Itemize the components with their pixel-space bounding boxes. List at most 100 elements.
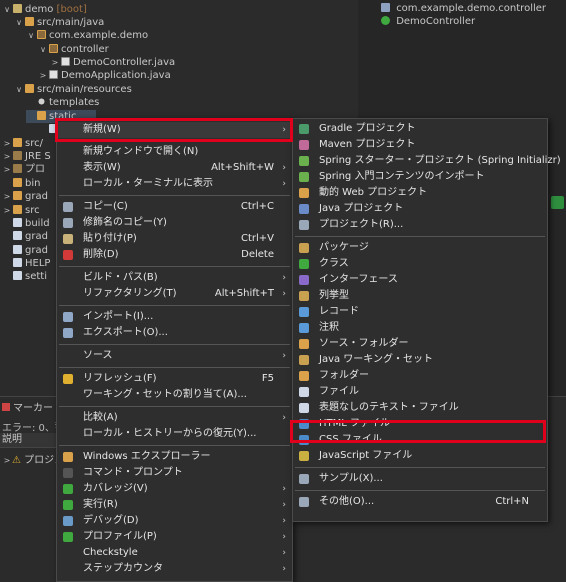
submenu-item-java[interactable]: Java ワーキング・セット xyxy=(293,352,547,368)
explorer-tree-item[interactable]: grad xyxy=(2,230,48,243)
menu-item-r[interactable]: 実行(R) › xyxy=(57,497,292,513)
menu-item-w[interactable]: 表示(W) Alt+Shift+W › xyxy=(57,160,292,176)
explorer-item-label: HELP xyxy=(25,258,51,269)
explorer-tree-item[interactable]: bin xyxy=(2,177,40,190)
expand-toggle-icon[interactable]: ∨ xyxy=(2,3,12,16)
folder-icon xyxy=(25,84,34,93)
submenu-item-item-10[interactable]: インターフェース xyxy=(293,272,547,288)
menu-item-label: ローカル・ターミナルに表示 xyxy=(83,178,213,189)
menu-item-y[interactable]: ローカル・ヒストリーからの復元(Y)... xyxy=(57,426,292,442)
submenu-item-web[interactable]: 動的 Web プロジェクト xyxy=(293,185,547,201)
explorer-tree-item[interactable]: > DemoController.java xyxy=(50,56,175,69)
submenu-arrow-icon: › xyxy=(282,532,286,542)
java-icon xyxy=(61,57,70,66)
menu-item-t[interactable]: リファクタリング(T) Alt+Shift+T › xyxy=(57,286,292,302)
submenu-item-item-16[interactable]: フォルダー xyxy=(293,368,547,384)
submenu-item-x[interactable]: サンプル(X)... xyxy=(293,471,547,487)
menu-item-a[interactable]: ワーキング・セットの割り当て(A)... xyxy=(57,387,292,403)
submenu-item-r[interactable]: プロジェクト(R)... xyxy=(293,217,547,233)
expand-toggle-icon[interactable]: > xyxy=(2,204,12,217)
submenu-item-item-14[interactable]: ソース・フォルダー xyxy=(293,336,547,352)
explorer-tree-item[interactable]: ∨ src/main/java xyxy=(14,16,104,29)
expand-toggle-icon[interactable]: ∨ xyxy=(14,83,24,96)
menu-item-icon xyxy=(299,172,309,182)
explorer-tree-item[interactable]: ∨ controller xyxy=(38,43,109,56)
explorer-tree-item[interactable]: ∨ src/main/resources xyxy=(14,83,132,96)
markers-tab[interactable]: マーカー xyxy=(0,402,53,416)
expand-toggle-icon[interactable]: > xyxy=(2,190,12,203)
explorer-tree-item[interactable]: > src/ xyxy=(2,137,43,150)
explorer-tree-item[interactable]: > JRE S xyxy=(2,150,51,163)
markers-row[interactable]: > ⚠ プロジェ xyxy=(2,451,65,466)
submenu-item-item-8[interactable]: パッケージ xyxy=(293,240,547,256)
explorer-tree-item[interactable]: ∨ com.example.demo xyxy=(26,29,148,42)
submenu-item-o[interactable]: その他(O)... Ctrl+N xyxy=(293,494,547,510)
submenu-item-spring-spring-initializr[interactable]: Spring スターター・プロジェクト (Spring Initializr) xyxy=(293,153,561,169)
menu-item-label: Spring 入門コンテンツのインポート xyxy=(319,171,485,182)
menu-item-icon xyxy=(299,124,309,134)
outline-item[interactable]: com.example.demo.controller xyxy=(380,2,546,15)
explorer-tree-item[interactable]: ∨ demo [boot] xyxy=(2,3,87,16)
menu-item-n[interactable]: 新規ウィンドウで開く(N) xyxy=(57,144,292,160)
submenu-item-javascript[interactable]: JavaScript ファイル xyxy=(293,448,547,464)
submenu-item-spring[interactable]: Spring 入門コンテンツのインポート xyxy=(293,169,547,185)
submenu-item-gradle[interactable]: Gradle プロジェクト xyxy=(293,121,547,137)
expand-toggle-icon[interactable]: > xyxy=(50,56,60,69)
menu-item-a[interactable]: 比較(A) › xyxy=(57,410,292,426)
expand-toggle-icon[interactable]: > xyxy=(38,69,48,82)
menu-separator xyxy=(59,195,290,196)
menu-item-d[interactable]: デバッグ(D) › xyxy=(57,513,292,529)
run-icon[interactable] xyxy=(551,196,564,209)
explorer-tree-item[interactable]: > DemoApplication.java xyxy=(38,69,171,82)
struct-icon xyxy=(381,3,390,12)
expand-toggle-icon[interactable]: ∨ xyxy=(26,29,36,42)
menu-item-item-4[interactable]: ローカル・ターミナルに表示 › xyxy=(57,176,292,192)
outline-item[interactable]: DemoController xyxy=(380,15,475,28)
menu-item-o[interactable]: エクスポート(O)... xyxy=(57,325,292,341)
menu-item-p[interactable]: 貼り付け(P) Ctrl+V xyxy=(57,231,292,247)
explorer-tree-item[interactable]: > grad xyxy=(2,190,48,203)
explorer-tree-item[interactable]: build xyxy=(2,217,50,230)
menu-item-b[interactable]: ビルド・パス(B) › xyxy=(57,270,292,286)
menu-item-item-32[interactable]: ステップカウンタ › xyxy=(57,561,292,577)
submenu-item-java[interactable]: Java プロジェクト xyxy=(293,201,547,217)
menu-item-label: 表示(W) xyxy=(83,162,121,173)
explorer-tree-item[interactable]: grad xyxy=(2,244,48,257)
submenu-item-item-13[interactable]: 注釈 xyxy=(293,320,547,336)
menu-item-checkstyle[interactable]: Checkstyle › xyxy=(57,545,292,561)
menu-item-v[interactable]: カバレッジ(V) › xyxy=(57,481,292,497)
menu-item-i[interactable]: インポート(I)... xyxy=(57,309,292,325)
explorer-tree-item[interactable]: setti xyxy=(2,270,47,283)
menu-item-label: レコード xyxy=(319,306,359,317)
menu-item-item-17[interactable]: ソース › xyxy=(57,348,292,364)
submenu-item-item-17[interactable]: ファイル xyxy=(293,384,547,400)
submenu-item-item-11[interactable]: 列挙型 xyxy=(293,288,547,304)
submenu-arrow-icon: › xyxy=(282,564,286,574)
explorer-tree-item[interactable]: > プロ xyxy=(2,163,45,176)
submenu-item-item-9[interactable]: クラス xyxy=(293,256,547,272)
menu-item-p[interactable]: プロファイル(P) › xyxy=(57,529,292,545)
explorer-tree-item[interactable]: HELP xyxy=(2,257,50,270)
expand-toggle-icon[interactable]: > xyxy=(2,150,12,163)
menu-item-y[interactable]: 修飾名のコピー(Y) xyxy=(57,215,292,231)
submenu-item-item-18[interactable]: 表題なしのテキスト・ファイル xyxy=(293,400,547,416)
expand-toggle-icon[interactable]: ∨ xyxy=(38,43,48,56)
submenu-item-maven[interactable]: Maven プロジェクト xyxy=(293,137,547,153)
menu-item-c[interactable]: コピー(C) Ctrl+C xyxy=(57,199,292,215)
menu-item-f[interactable]: リフレッシュ(F) F5 xyxy=(57,371,292,387)
submenu-item-item-12[interactable]: レコード xyxy=(293,304,547,320)
menu-item-windows[interactable]: Windows エクスプローラー xyxy=(57,449,292,465)
markers-column-header[interactable]: 説明 xyxy=(0,433,62,448)
expand-toggle-icon[interactable]: > xyxy=(2,163,12,176)
expand-toggle-icon[interactable]: ∨ xyxy=(14,16,24,29)
folder-icon xyxy=(13,191,22,200)
menu-item-icon xyxy=(299,451,309,461)
explorer-tree-item[interactable]: > src xyxy=(2,204,40,217)
menu-item-item-26[interactable]: コマンド・プロンプト xyxy=(57,465,292,481)
green-icon xyxy=(381,16,390,25)
menu-item-label: Checkstyle xyxy=(83,547,138,558)
menu-item-d[interactable]: 削除(D) Delete xyxy=(57,247,292,263)
explorer-item-label: DemoController.java xyxy=(73,57,176,68)
explorer-tree-item[interactable]: templates xyxy=(26,96,99,109)
expand-toggle-icon[interactable]: > xyxy=(2,137,12,150)
